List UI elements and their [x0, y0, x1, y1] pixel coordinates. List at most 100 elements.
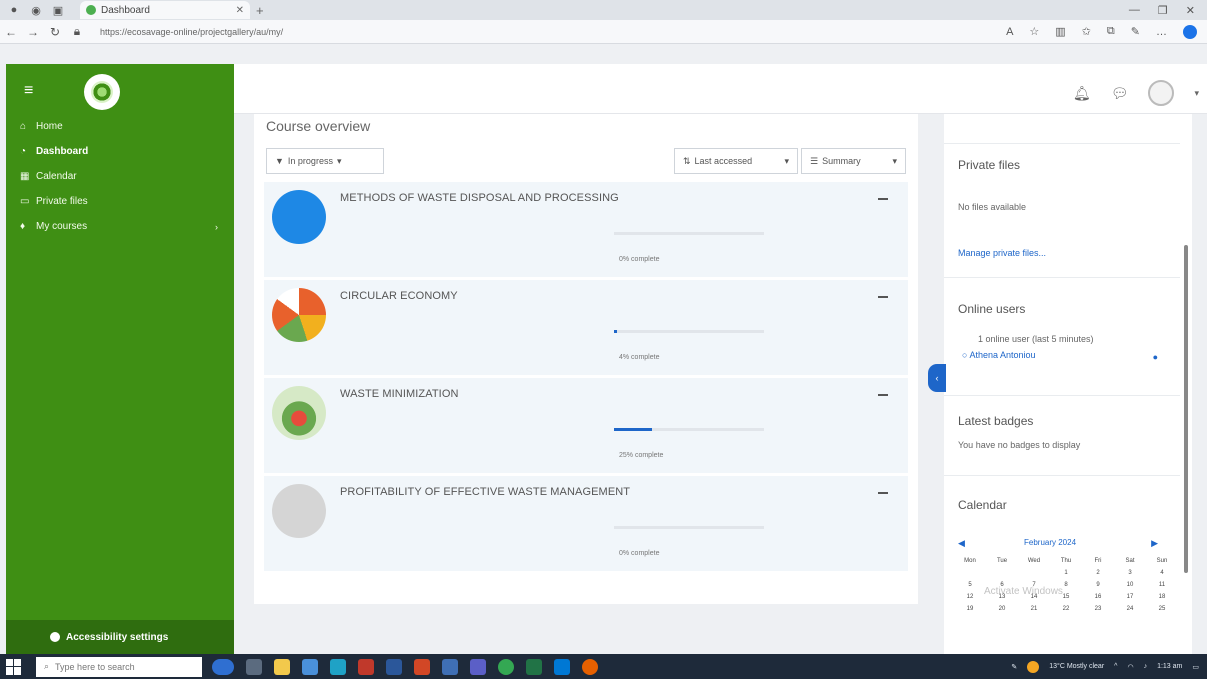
maximize-icon[interactable]: ❐	[1158, 4, 1168, 17]
acrobat-icon[interactable]	[358, 658, 374, 675]
calendar-day[interactable]: 4	[1150, 570, 1174, 576]
weather-icon[interactable]	[1027, 660, 1040, 673]
calendar-day[interactable]: 10	[1118, 582, 1142, 588]
calendar-day[interactable]	[958, 570, 982, 576]
course-card[interactable]: CIRCULAR ECONOMY 4% complete	[264, 280, 908, 376]
browser-tab-dashboard[interactable]: Dashboard ✕	[80, 1, 250, 19]
course-image[interactable]	[272, 288, 326, 342]
refresh-icon[interactable]: ↻	[44, 25, 66, 39]
calendar-day[interactable]	[1022, 570, 1046, 576]
scrollbar-thumb[interactable]	[1184, 245, 1188, 573]
course-menu-icon[interactable]	[878, 394, 888, 396]
course-menu-icon[interactable]	[878, 198, 888, 200]
profile-icon[interactable]: ●	[6, 2, 22, 18]
calendar-day[interactable]: 3	[1118, 570, 1142, 576]
tab-actions-icon[interactable]: ▣	[50, 2, 66, 18]
sort-dropdown[interactable]: ⇅ Last accessed ▾	[674, 148, 798, 174]
network-icon[interactable]: ◠	[1127, 663, 1133, 671]
site-logo[interactable]	[84, 74, 120, 110]
course-title[interactable]: WASTE MINIMIZATION	[340, 388, 459, 400]
windows-start-icon[interactable]	[6, 658, 22, 675]
word-icon[interactable]	[386, 658, 402, 675]
favorites-icon[interactable]: ✩	[1082, 25, 1091, 38]
close-window-icon[interactable]: ✕	[1186, 4, 1195, 17]
lock-icon[interactable]: 🔒︎	[66, 24, 88, 39]
calendar-day[interactable]: 19	[958, 606, 982, 612]
online-user-link[interactable]: ○ Athena Antoniou	[962, 350, 1036, 360]
calendar-day[interactable]: 23	[1086, 606, 1110, 612]
calendar-day[interactable]: 24	[1118, 606, 1142, 612]
course-title[interactable]: PROFITABILITY OF EFFECTIVE WASTE MANAGEM…	[340, 486, 630, 498]
previous-month-icon[interactable]: ◀	[958, 538, 965, 549]
calendar-day[interactable]: 1	[1054, 570, 1078, 576]
course-image[interactable]	[272, 386, 326, 440]
sidebar-item-dashboard[interactable]: ◔ Dashboard	[6, 139, 234, 164]
url-field[interactable]: https://ecosavage-online/projectgallery/…	[94, 23, 814, 41]
calendar-day[interactable]: 5	[958, 582, 982, 588]
course-title[interactable]: METHODS OF WASTE DISPOSAL AND PROCESSING	[340, 192, 619, 204]
copilot-icon[interactable]	[1183, 24, 1197, 39]
calendar-day[interactable]: 9	[1086, 582, 1110, 588]
sidebar-item-my-courses[interactable]: ♦ My courses ›	[6, 214, 234, 239]
favorite-star-icon[interactable]: ☆	[1029, 25, 1039, 38]
collections-icon[interactable]: ⧉	[1107, 25, 1115, 38]
course-image[interactable]	[272, 190, 326, 244]
close-tab-icon[interactable]: ✕	[236, 5, 244, 16]
minimize-icon[interactable]: —	[1129, 4, 1140, 17]
view-dropdown[interactable]: ☰ Summary ▾	[801, 148, 906, 174]
calendar-day[interactable]: 25	[1150, 606, 1174, 612]
taskbar-search-input[interactable]: ⌕ Type here to search	[36, 656, 202, 677]
close-block-drawer-button[interactable]: ‹	[928, 364, 946, 392]
calendar-day[interactable]: 2	[1086, 570, 1110, 576]
course-title[interactable]: CIRCULAR ECONOMY	[340, 290, 458, 302]
calendar-day[interactable]: 12	[958, 594, 982, 600]
course-image[interactable]	[272, 484, 326, 538]
chevron-right-icon[interactable]: ›	[215, 222, 218, 232]
teams-icon[interactable]	[470, 658, 486, 675]
user-menu-chevron-icon[interactable]: ▾	[1194, 88, 1199, 99]
messages-icon[interactable]: 💬︎	[1111, 85, 1129, 102]
user-avatar[interactable]	[1148, 80, 1175, 106]
workspaces-icon[interactable]: ◉	[28, 2, 44, 18]
chrome-icon[interactable]	[498, 658, 514, 675]
extensions-icon[interactable]: ✎	[1131, 25, 1140, 38]
file-explorer-icon[interactable]	[274, 658, 290, 675]
course-card[interactable]: METHODS OF WASTE DISPOSAL AND PROCESSING…	[264, 182, 908, 278]
calendar-day[interactable]: 16	[1086, 594, 1110, 600]
sidebar-item-private-files[interactable]: ▭ Private files	[6, 189, 234, 214]
next-month-icon[interactable]: ▶	[1151, 538, 1158, 549]
forward-icon[interactable]: →	[22, 25, 44, 39]
accessibility-settings-button[interactable]: Accessibility settings	[6, 620, 234, 654]
sidebar-item-home[interactable]: ⌂ Home	[6, 114, 234, 139]
calendar-day[interactable]: 17	[1118, 594, 1142, 600]
course-card[interactable]: WASTE MINIMIZATION 25% complete	[264, 378, 908, 474]
excel-icon[interactable]	[526, 658, 542, 675]
course-card[interactable]: PROFITABILITY OF EFFECTIVE WASTE MANAGEM…	[264, 476, 908, 572]
manage-private-files-link[interactable]: Manage private files...	[958, 248, 1046, 258]
course-menu-icon[interactable]	[878, 296, 888, 298]
eye-icon[interactable]: ●	[1153, 352, 1158, 362]
read-aloud-icon[interactable]: A	[1006, 26, 1013, 38]
store-icon[interactable]	[302, 658, 318, 675]
pen-icon[interactable]: ✎	[1011, 663, 1017, 671]
calendar-day[interactable]: 11	[1150, 582, 1174, 588]
sidebar-item-calendar[interactable]: ▦ Calendar	[6, 164, 234, 189]
filter-dropdown[interactable]: ▼ In progress ▾	[266, 148, 384, 174]
edge-browser-icon[interactable]	[330, 658, 346, 675]
widgets-icon[interactable]	[212, 658, 234, 675]
weather-text[interactable]: 13°C Mostly clear	[1049, 663, 1104, 670]
notifications-bell-icon[interactable]: 🔔︎	[1073, 85, 1091, 102]
photos-icon[interactable]	[442, 658, 458, 675]
volume-icon[interactable]: ♪	[1144, 663, 1148, 670]
new-tab-icon[interactable]: +	[256, 3, 264, 18]
more-options-icon[interactable]: …	[1156, 26, 1167, 38]
outlook-icon[interactable]	[554, 658, 570, 675]
calendar-day[interactable]: 18	[1150, 594, 1174, 600]
firefox-icon[interactable]	[582, 658, 598, 675]
task-view-icon[interactable]	[246, 658, 262, 675]
back-icon[interactable]: ←	[0, 25, 22, 39]
calendar-day[interactable]: 20	[990, 606, 1014, 612]
tray-overflow-icon[interactable]: ^	[1114, 663, 1117, 670]
clock-time[interactable]: 1:13 am	[1157, 663, 1182, 670]
calendar-day[interactable]: 22	[1054, 606, 1078, 612]
